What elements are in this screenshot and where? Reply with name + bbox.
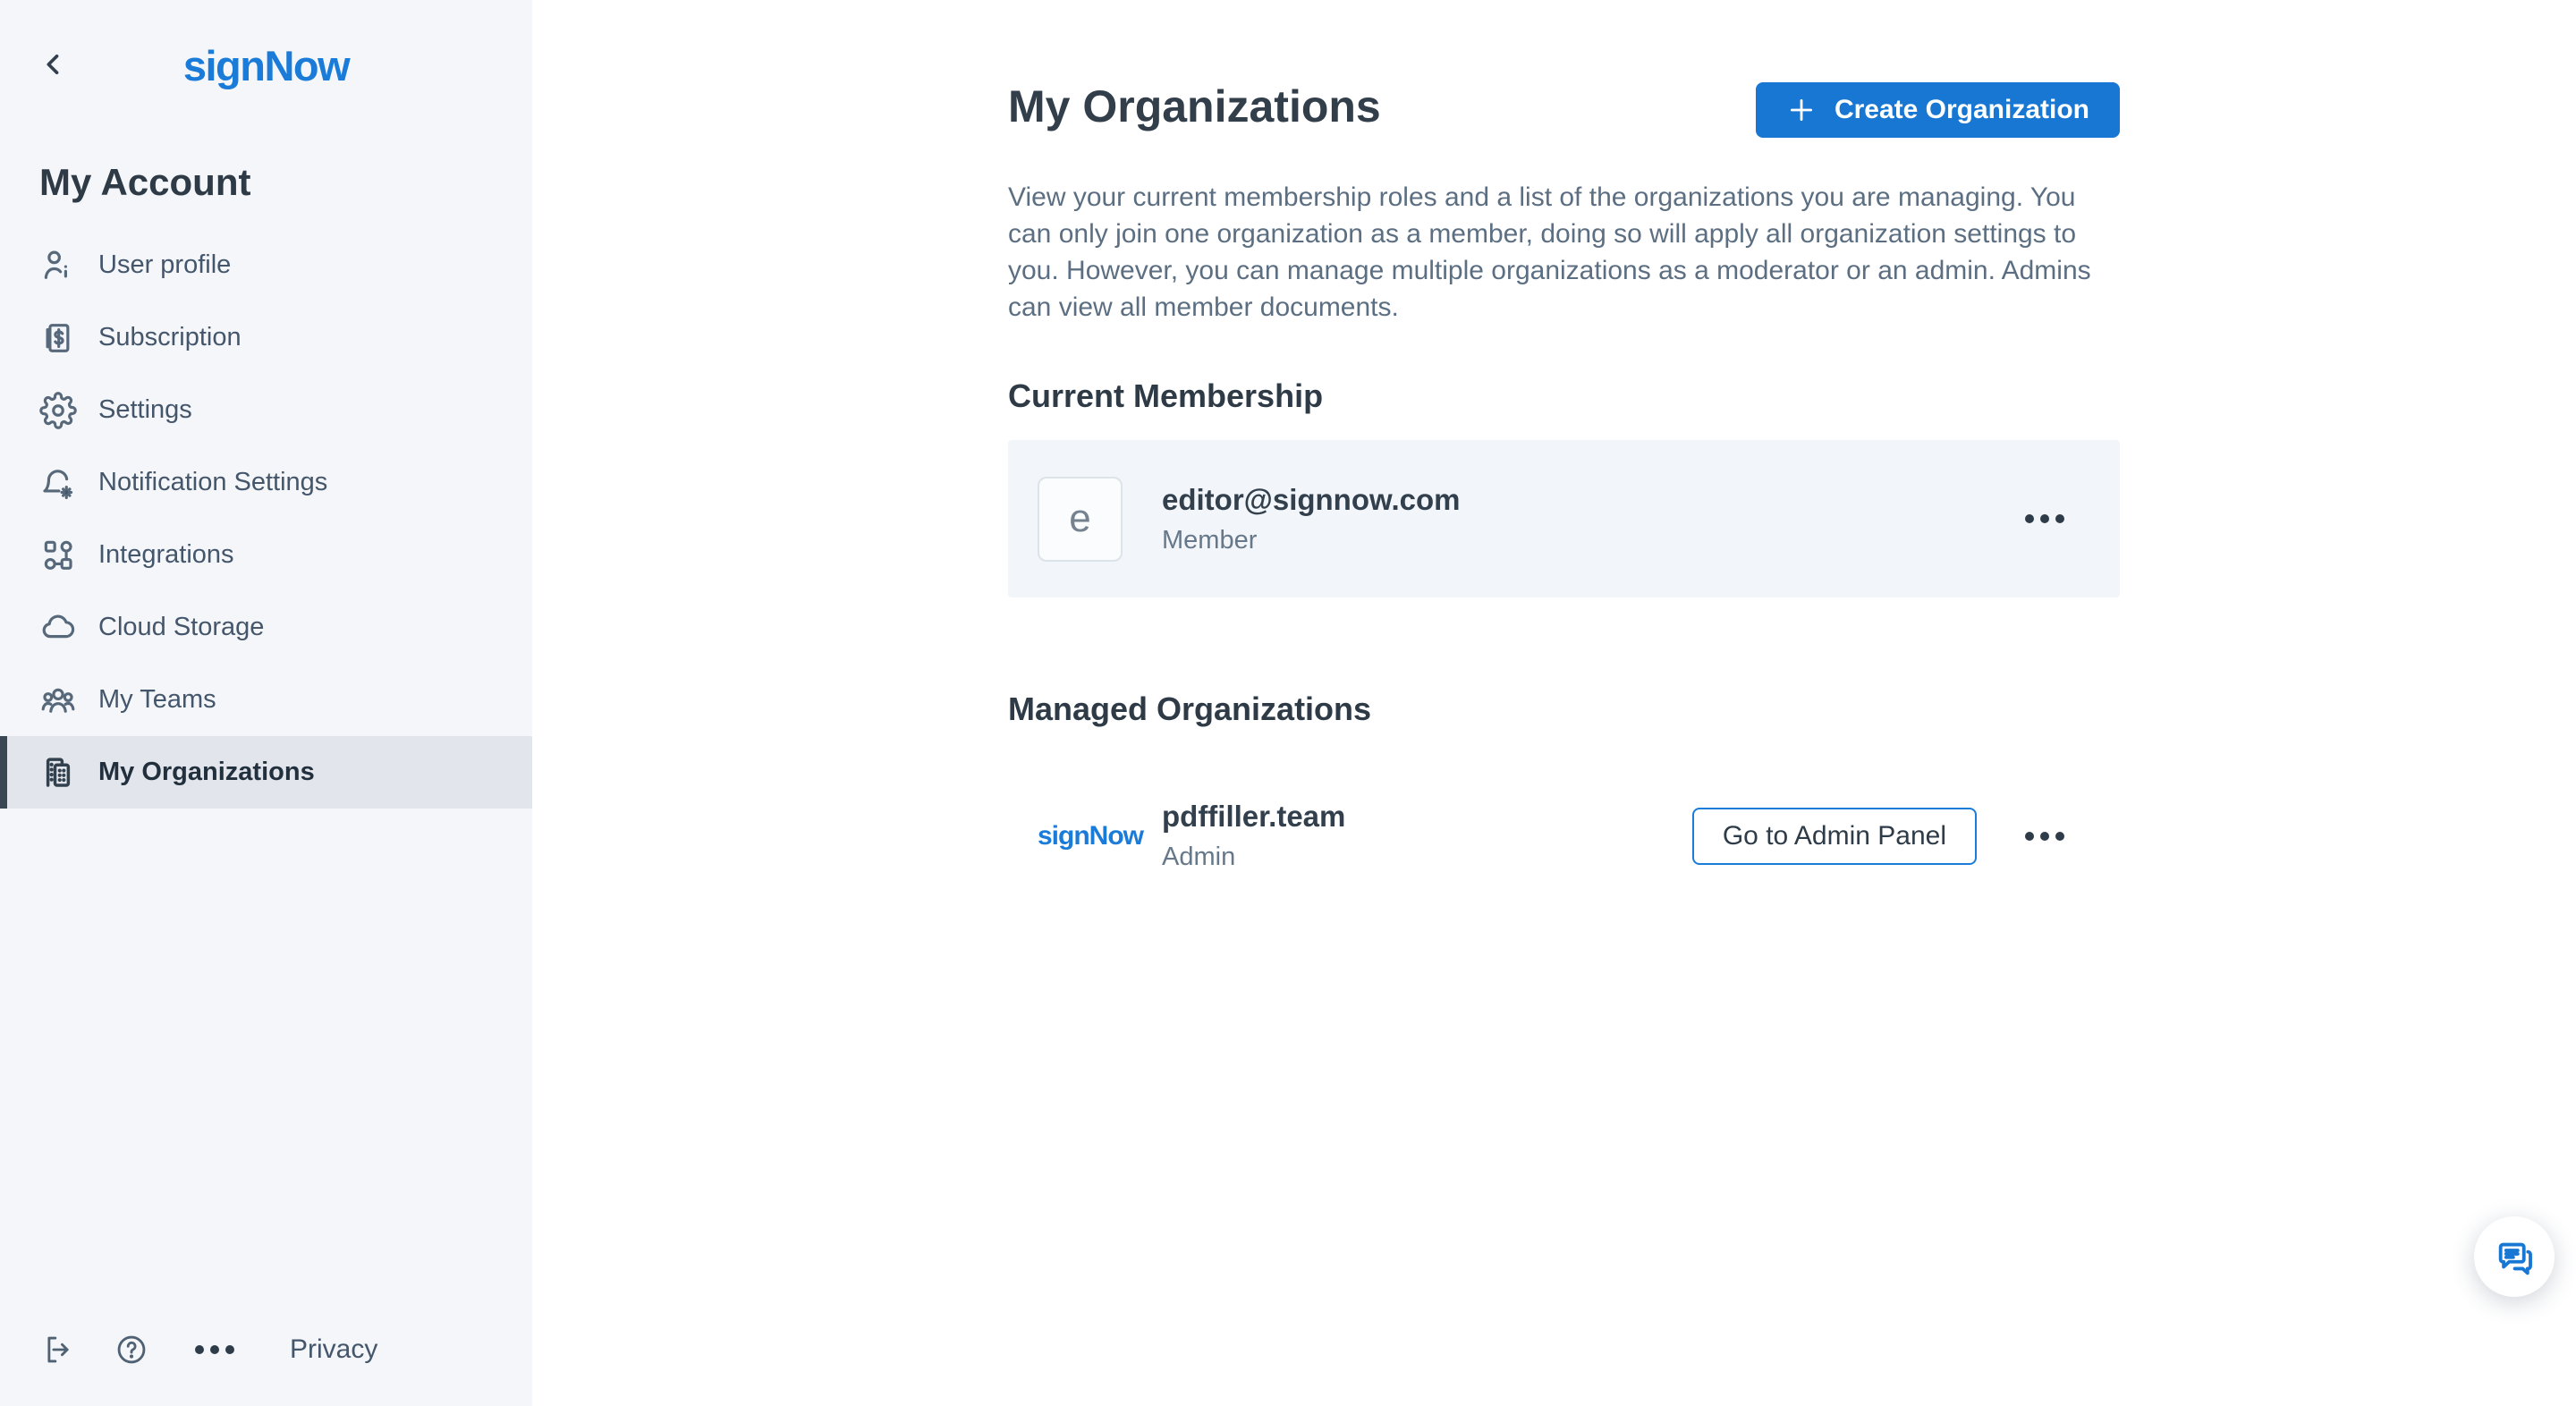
ellipsis-icon: [2025, 832, 2034, 841]
subscription-icon: [39, 319, 77, 357]
user-profile-icon: [39, 247, 77, 284]
membership-card: e editor@signnow.com Member: [1008, 440, 2120, 597]
account-heading: My Account: [39, 161, 532, 204]
sidebar-item-label: Subscription: [98, 323, 242, 352]
managed-organizations-heading: Managed Organizations: [1008, 690, 2120, 728]
sidebar-item-integrations[interactable]: Integrations: [0, 519, 532, 591]
sidebar-item-my-teams[interactable]: My Teams: [0, 664, 532, 736]
main-content: My Organizations Create Organization Vie…: [532, 0, 2576, 1406]
sidebar-item-label: My Organizations: [98, 758, 315, 787]
integrations-icon: [39, 537, 77, 574]
sidebar-item-label: Settings: [98, 395, 192, 425]
sidebar-item-settings[interactable]: Settings: [0, 374, 532, 446]
member-email: editor@signnow.com: [1162, 483, 1460, 517]
ellipsis-icon: [195, 1345, 204, 1354]
sidebar-footer: Privacy: [0, 1333, 532, 1406]
sidebar-item-subscription[interactable]: Subscription: [0, 301, 532, 374]
member-role: Member: [1162, 526, 1460, 555]
cloud-icon: [39, 609, 77, 647]
gear-icon: [39, 392, 77, 429]
sidebar-item-label: My Teams: [98, 685, 216, 715]
membership-options-button[interactable]: [2018, 507, 2072, 530]
page-title: My Organizations: [1008, 82, 1381, 131]
help-button[interactable]: [114, 1333, 148, 1367]
sidebar-item-cloud-storage[interactable]: Cloud Storage: [0, 591, 532, 664]
sidebar-item-label: Cloud Storage: [98, 613, 264, 642]
sidebar-item-label: Integrations: [98, 540, 234, 570]
people-group-icon: [39, 682, 77, 719]
create-organization-label: Create Organization: [1835, 95, 2089, 125]
page-description: View your current membership roles and a…: [1008, 179, 2120, 326]
avatar: e: [1038, 477, 1123, 562]
logout-button[interactable]: [41, 1333, 75, 1367]
more-options-button[interactable]: [188, 1338, 242, 1361]
logout-icon: [41, 1333, 75, 1367]
go-to-admin-panel-button[interactable]: Go to Admin Panel: [1692, 808, 1977, 865]
sidebar-nav: User profile Subscription Settings: [0, 229, 532, 809]
organizations-buildings-icon: [39, 754, 77, 792]
organization-logo: signNow: [1038, 821, 1123, 851]
privacy-link[interactable]: Privacy: [290, 1334, 377, 1365]
signnow-logo: signNow: [0, 41, 532, 90]
sidebar-header: signNow: [0, 0, 532, 97]
current-membership-heading: Current Membership: [1008, 377, 2120, 415]
sidebar-item-label: Notification Settings: [98, 468, 327, 497]
organization-role: Admin: [1162, 843, 1345, 872]
chat-support-button[interactable]: [2474, 1216, 2555, 1297]
chat-icon: [2494, 1236, 2535, 1277]
organization-name: pdffiller.team: [1162, 800, 1345, 834]
sidebar: signNow My Account User profile: [0, 0, 532, 1406]
sidebar-item-notification-settings[interactable]: Notification Settings: [0, 446, 532, 519]
sidebar-item-my-organizations[interactable]: My Organizations: [0, 736, 532, 809]
question-circle-icon: [114, 1333, 148, 1367]
create-organization-button[interactable]: Create Organization: [1756, 82, 2120, 138]
organization-row: signNow pdffiller.team Admin Go to Admin…: [1008, 800, 2120, 872]
organization-options-button[interactable]: [2018, 825, 2072, 848]
ellipsis-icon: [2025, 514, 2034, 523]
sidebar-item-label: User profile: [98, 250, 231, 280]
sidebar-item-user-profile[interactable]: User profile: [0, 229, 532, 301]
bell-gear-icon: [39, 464, 77, 502]
plus-icon: [1786, 95, 1817, 125]
